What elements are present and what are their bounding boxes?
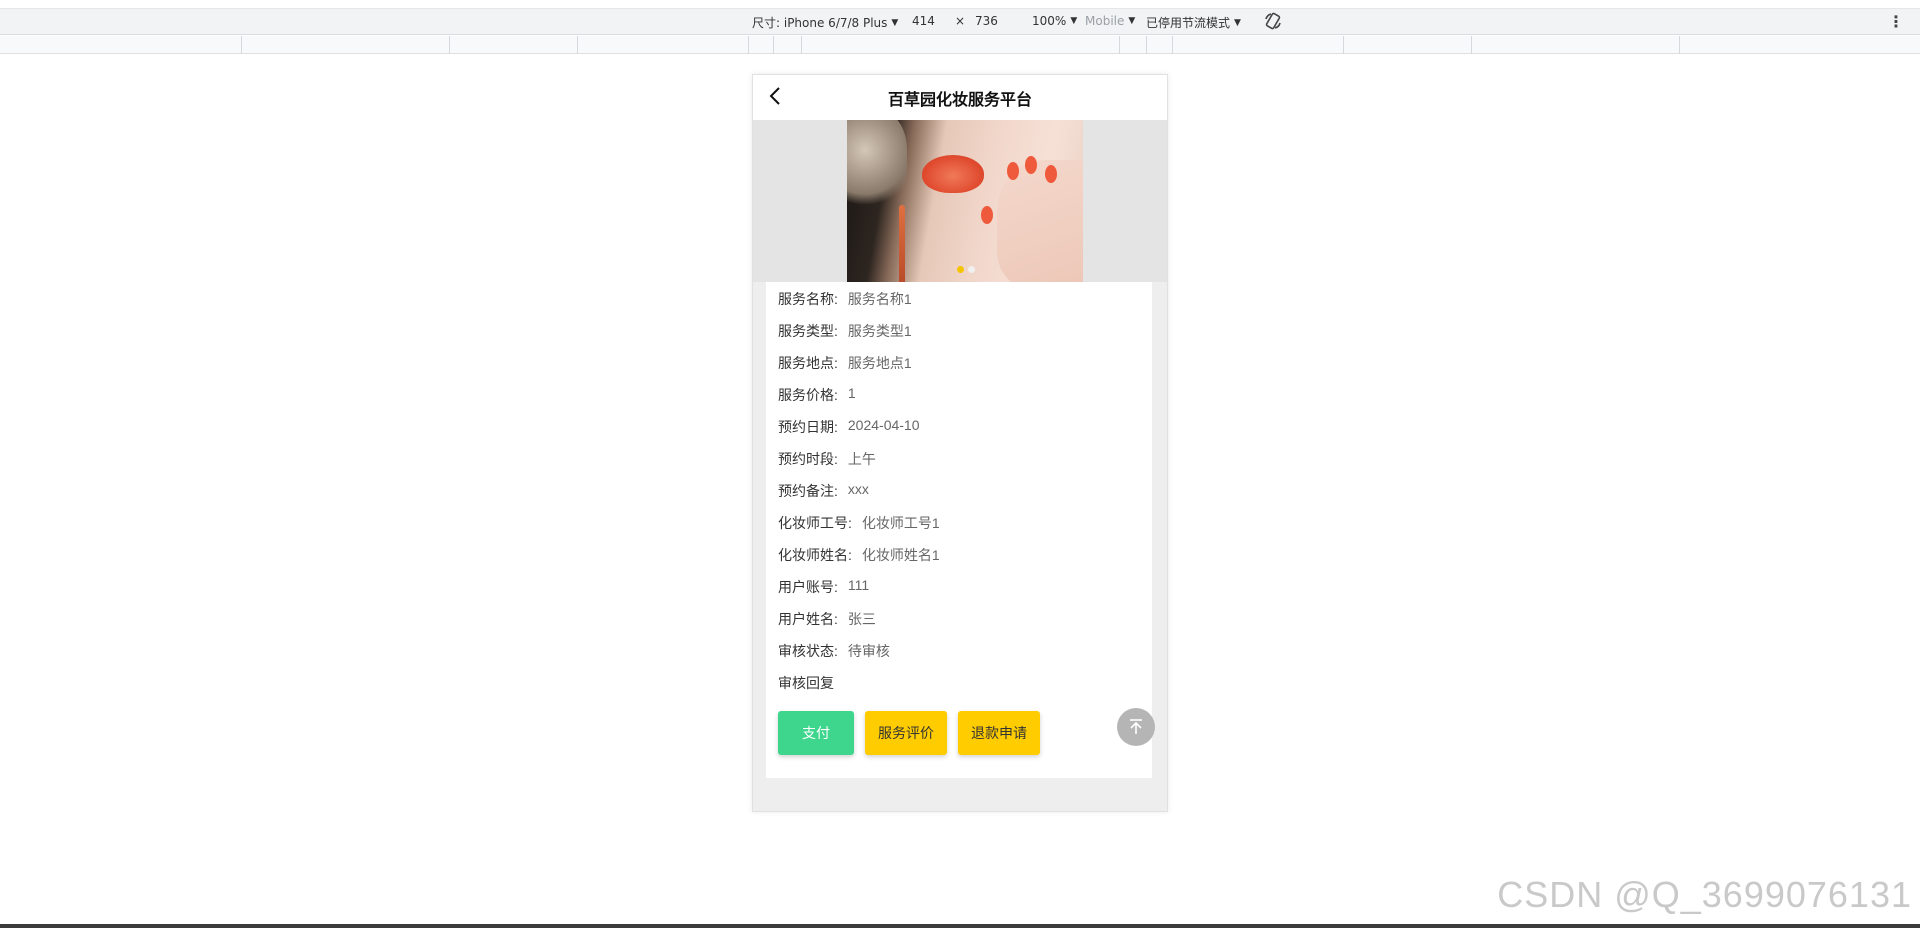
width-value: 414 (912, 14, 935, 28)
service-review-button[interactable]: 服务评价 (865, 711, 947, 755)
detail-row-user-account: 用户账号: 111 (778, 577, 869, 597)
detail-row-booking-date: 预约日期: 2024-04-10 (778, 417, 920, 437)
detail-value: 化妆师姓名1 (861, 547, 940, 563)
detail-row-review-status: 审核状态: 待审核 (778, 641, 890, 661)
dimension-separator: × (955, 14, 966, 28)
devtools-device-toolbar: 尺寸: iPhone 6/7/8 Plus ▼ 414 × 736 100% ▼… (0, 8, 1920, 35)
detail-label: 化妆师工号: (778, 515, 852, 531)
detail-label: 用户姓名: (778, 611, 838, 627)
detail-value: 1 (847, 385, 856, 401)
zoom-value: 100% (1032, 14, 1067, 28)
more-vertical-icon[interactable]: ⋮ (1888, 12, 1904, 31)
refund-request-button[interactable]: 退款申请 (958, 711, 1040, 755)
detail-label: 预约备注: (778, 483, 838, 499)
detail-row-time-slot: 预约时段: 上午 (778, 449, 876, 469)
detail-row-service-type: 服务类型: 服务类型1 (778, 321, 912, 341)
height-value: 736 (975, 14, 998, 28)
device-label: 尺寸: iPhone 6/7/8 Plus (752, 16, 888, 30)
detail-row-user-name: 用户姓名: 张三 (778, 609, 876, 629)
detail-value: 化妆师工号1 (861, 515, 940, 531)
carousel-dot[interactable] (968, 266, 975, 273)
banner-image (847, 120, 1083, 282)
detail-row-service-name: 服务名称: 服务名称1 (778, 289, 912, 309)
detail-row-review-reply: 审核回复 (778, 673, 844, 693)
caret-down-icon: ▼ (891, 17, 899, 28)
mobile-viewport: 百草园化妆服务平台 服务名称: 服务名称1 服务类型: 服务类型1 服务地点: (752, 74, 1168, 812)
detail-label: 化妆师姓名: (778, 547, 852, 563)
detail-label: 预约日期: (778, 419, 838, 435)
chevron-left-icon[interactable] (763, 83, 789, 109)
detail-label: 服务类型: (778, 323, 838, 339)
detail-row-booking-note: 预约备注: xxx (778, 481, 869, 501)
detail-value: 服务类型1 (847, 323, 912, 339)
detail-row-artist-name: 化妆师姓名: 化妆师姓名1 (778, 545, 940, 565)
detail-value: 待审核 (847, 643, 890, 659)
carousel-indicators (957, 266, 975, 273)
detail-value: 服务地点1 (847, 355, 912, 371)
pay-button[interactable]: 支付 (778, 711, 854, 755)
detail-label: 预约时段: (778, 451, 838, 467)
carousel-dot-active[interactable] (957, 266, 964, 273)
detail-label: 审核回复 (778, 675, 834, 691)
height-field[interactable]: 736 (975, 14, 998, 28)
devtools-media-ruler (0, 36, 1920, 54)
detail-row-service-price: 服务价格: 1 (778, 385, 856, 405)
zoom-select[interactable]: 100% ▼ (1032, 14, 1077, 28)
width-field[interactable]: 414 (912, 14, 935, 28)
detail-value: 服务名称1 (847, 291, 912, 307)
mode-value: Mobile (1085, 14, 1125, 28)
detail-value: 张三 (847, 611, 876, 627)
detail-label: 服务价格: (778, 387, 838, 403)
detail-value: 111 (847, 577, 870, 593)
detail-value: 2024-04-10 (847, 417, 920, 433)
page-title: 百草园化妆服务平台 (887, 91, 1032, 109)
throttle-value: 已停用节流模式 (1146, 16, 1231, 30)
detail-label: 服务地点: (778, 355, 838, 371)
arrow-up-to-top-icon[interactable] (1117, 708, 1155, 746)
detail-row-service-location: 服务地点: 服务地点1 (778, 353, 912, 373)
caret-down-icon: ▼ (1070, 16, 1078, 26)
caret-down-icon: ▼ (1234, 17, 1241, 28)
detail-label: 审核状态: (778, 643, 838, 659)
banner-carousel[interactable] (753, 120, 1167, 282)
mode-select[interactable]: Mobile ▼ (1085, 14, 1135, 28)
detail-row-artist-id: 化妆师工号: 化妆师工号1 (778, 513, 940, 533)
throttle-select[interactable]: 已停用节流模式 ▼ (1146, 14, 1241, 31)
detail-label: 用户账号: (778, 579, 838, 595)
caret-down-icon: ▼ (1128, 16, 1136, 26)
rotate-icon[interactable] (1263, 11, 1283, 31)
detail-label: 服务名称: (778, 291, 838, 307)
device-select[interactable]: 尺寸: iPhone 6/7/8 Plus ▼ (752, 14, 898, 31)
window-bottom-edge (0, 924, 1920, 928)
app-header: 百草园化妆服务平台 (753, 75, 1167, 120)
order-detail-card: 服务名称: 服务名称1 服务类型: 服务类型1 服务地点: 服务地点1 服务价格… (766, 282, 1152, 778)
detail-value: 上午 (847, 451, 876, 467)
csdn-watermark: CSDN @Q_3699076131 (1497, 874, 1912, 915)
detail-value: xxx (847, 481, 869, 497)
